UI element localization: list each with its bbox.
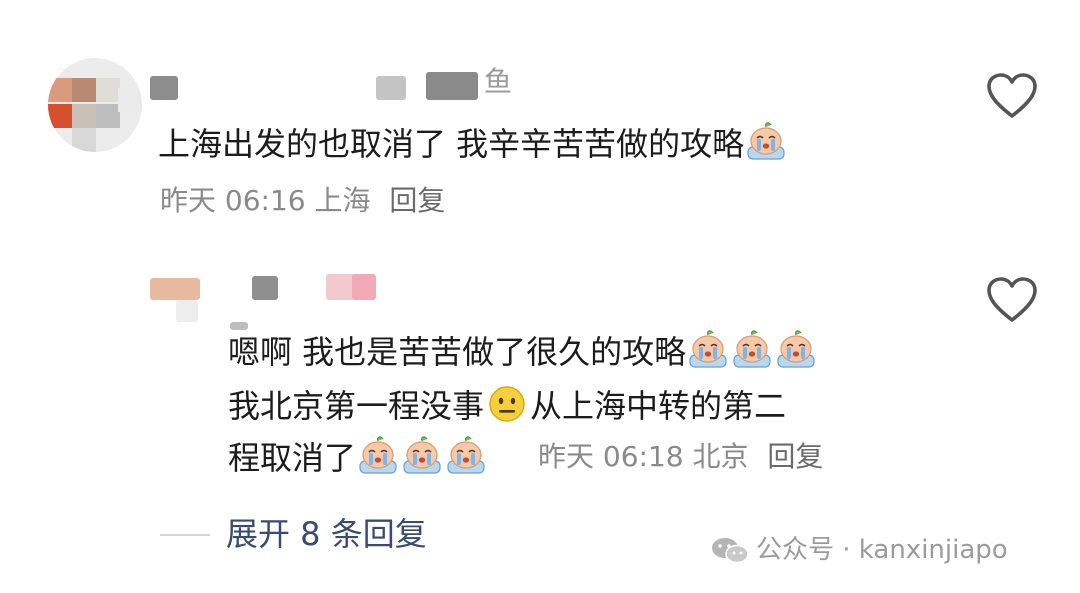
crying-face-icon (775, 329, 817, 369)
reply-button[interactable]: 回复 (389, 184, 445, 217)
reply-avatar-blurred[interactable] (176, 300, 198, 322)
watermark: 公众号 · kanxinjiapo (710, 534, 1008, 566)
comment-meta: 昨天 06:16 上海 回复 (160, 186, 445, 216)
comment-text: 上海出发的也取消了 我辛辛苦苦做的攻略 (158, 120, 788, 168)
reply-text-line: 程取消了 (228, 434, 488, 482)
reply-username-blurred[interactable] (352, 274, 376, 300)
crying-face-icon (357, 435, 399, 475)
crying-face-icon (687, 329, 729, 369)
username-blurred[interactable] (376, 76, 406, 100)
timestamp: 昨天 06:18 (538, 440, 684, 473)
username-visible[interactable]: 鱼 (484, 68, 512, 96)
reply-text-line: 嗯啊 我也是苦苦做了很久的攻略 (228, 328, 818, 376)
crying-face-icon (731, 329, 773, 369)
crying-face-icon (445, 435, 487, 475)
heart-icon[interactable] (986, 276, 1038, 324)
expand-divider (160, 534, 210, 536)
wechat-icon (712, 538, 749, 564)
username-blurred[interactable] (150, 76, 178, 100)
reply-meta: 昨天 06:18 北京 回复 (538, 442, 823, 472)
crying-face-icon (401, 435, 443, 475)
reply-text-line: 我北京第一程没事 从上海中转的第二 (228, 386, 787, 425)
expand-replies-link[interactable]: 展开 8 条回复 (226, 512, 427, 556)
timestamp: 昨天 06:16 (160, 184, 306, 217)
reply-username-blurred[interactable] (252, 276, 278, 300)
username-blurred[interactable] (426, 72, 478, 100)
avatar[interactable] (48, 58, 142, 152)
location: 北京 (692, 440, 749, 473)
heart-icon[interactable] (986, 72, 1038, 120)
reply-avatar-blurred[interactable] (150, 278, 200, 300)
neutral-face-icon (489, 386, 525, 422)
location: 上海 (314, 184, 371, 217)
reply-button[interactable]: 回复 (767, 440, 823, 473)
crying-face-icon (745, 121, 787, 161)
